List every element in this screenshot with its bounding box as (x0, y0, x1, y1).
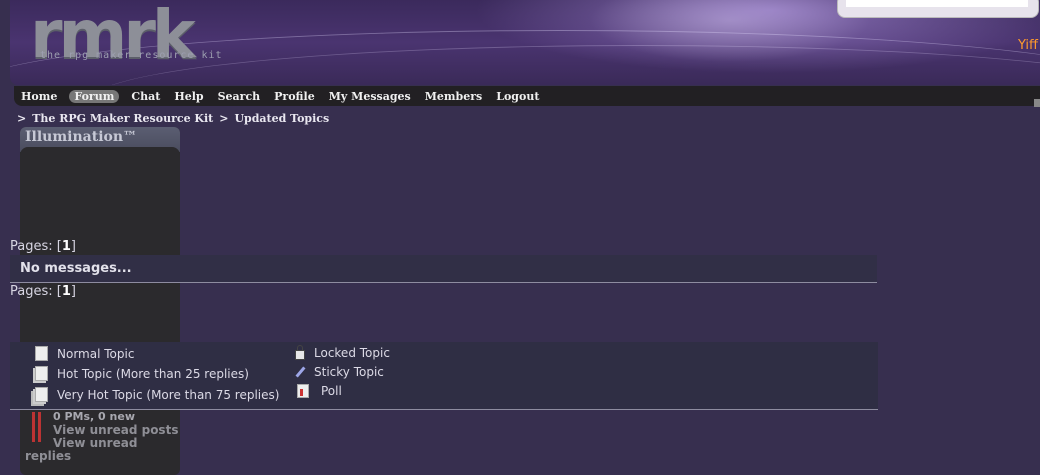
current-page[interactable]: 1 (62, 284, 71, 299)
messages-panel: No messages... (10, 255, 877, 283)
user-name[interactable]: Yiff (1018, 38, 1038, 53)
no-messages-text: No messages... (20, 261, 132, 276)
search-box[interactable] (837, 0, 1039, 18)
view-unread-replies-link-cont[interactable]: replies (25, 449, 71, 463)
pin-icon (295, 366, 306, 378)
legend-poll: Poll (297, 384, 342, 398)
legend-label: Sticky Topic (314, 365, 384, 379)
current-page[interactable]: 1 (62, 239, 71, 254)
view-unread-replies-link[interactable]: View unread (53, 436, 137, 450)
logo-subtitle: the rpg maker resource kit (40, 50, 223, 61)
search-input[interactable] (846, 0, 1028, 7)
legend-label: Normal Topic (57, 346, 135, 361)
pm-indicator-bar (38, 412, 41, 442)
nav-chat[interactable]: Chat (129, 90, 162, 103)
legend-locked-topic: Locked Topic (295, 345, 390, 360)
nav-profile[interactable]: Profile (272, 90, 317, 103)
legend-label: Locked Topic (314, 346, 390, 360)
very-hot-topic-icon (35, 387, 48, 402)
site-logo[interactable]: rmrk (30, 0, 196, 73)
view-unread-posts-link[interactable]: View unread posts (53, 423, 178, 437)
user-sidebox: Illumination™ 0 PMs, 0 new View unread p… (20, 127, 180, 475)
breadcrumb-home-link[interactable]: The RPG Maker Resource Kit (32, 112, 213, 125)
breadcrumb-current[interactable]: Updated Topics (234, 112, 329, 125)
poll-icon (297, 384, 309, 398)
breadcrumb-separator: > (17, 112, 27, 125)
sidebox-title: Illumination™ (25, 129, 138, 145)
normal-topic-icon (35, 346, 48, 361)
legend-label: Poll (321, 384, 342, 398)
legend-normal-topic: Normal Topic (35, 346, 134, 361)
legend-label: Hot Topic (More than 25 replies) (57, 366, 249, 381)
pagination-top: Pages: [1] (10, 239, 76, 254)
pm-indicator-bar (32, 412, 35, 442)
topic-legend: Normal Topic Hot Topic (More than 25 rep… (10, 342, 878, 410)
legend-sticky-topic: Sticky Topic (295, 365, 384, 379)
lock-icon (295, 345, 305, 360)
pagination-bottom: Pages: [1] (10, 284, 76, 299)
nav-scroll-handle[interactable] (1034, 99, 1040, 107)
pages-label: Pages: (10, 239, 53, 254)
breadcrumb: > The RPG Maker Resource Kit > Updated T… (17, 112, 329, 125)
breadcrumb-separator: > (219, 112, 229, 125)
nav-my-messages[interactable]: My Messages (327, 90, 413, 103)
nav-help[interactable]: Help (172, 90, 205, 103)
hot-topic-icon (35, 366, 48, 381)
pm-count[interactable]: 0 PMs, 0 new (53, 410, 135, 423)
legend-hot-topic: Hot Topic (More than 25 replies) (35, 366, 249, 381)
nav-members[interactable]: Members (423, 90, 485, 103)
legend-label: Very Hot Topic (More than 75 replies) (57, 387, 280, 402)
main-nav: Home Forum Chat Help Search Profile My M… (14, 86, 1040, 107)
nav-home[interactable]: Home (19, 90, 59, 103)
nav-forum[interactable]: Forum (69, 89, 120, 103)
legend-very-hot-topic: Very Hot Topic (More than 75 replies) (35, 387, 279, 402)
header-banner: rmrk the rpg maker resource kit Yiff (10, 0, 1040, 85)
nav-search[interactable]: Search (216, 90, 263, 103)
pages-label: Pages: (10, 284, 53, 299)
nav-logout[interactable]: Logout (494, 90, 541, 103)
sidebox-body (20, 147, 180, 159)
